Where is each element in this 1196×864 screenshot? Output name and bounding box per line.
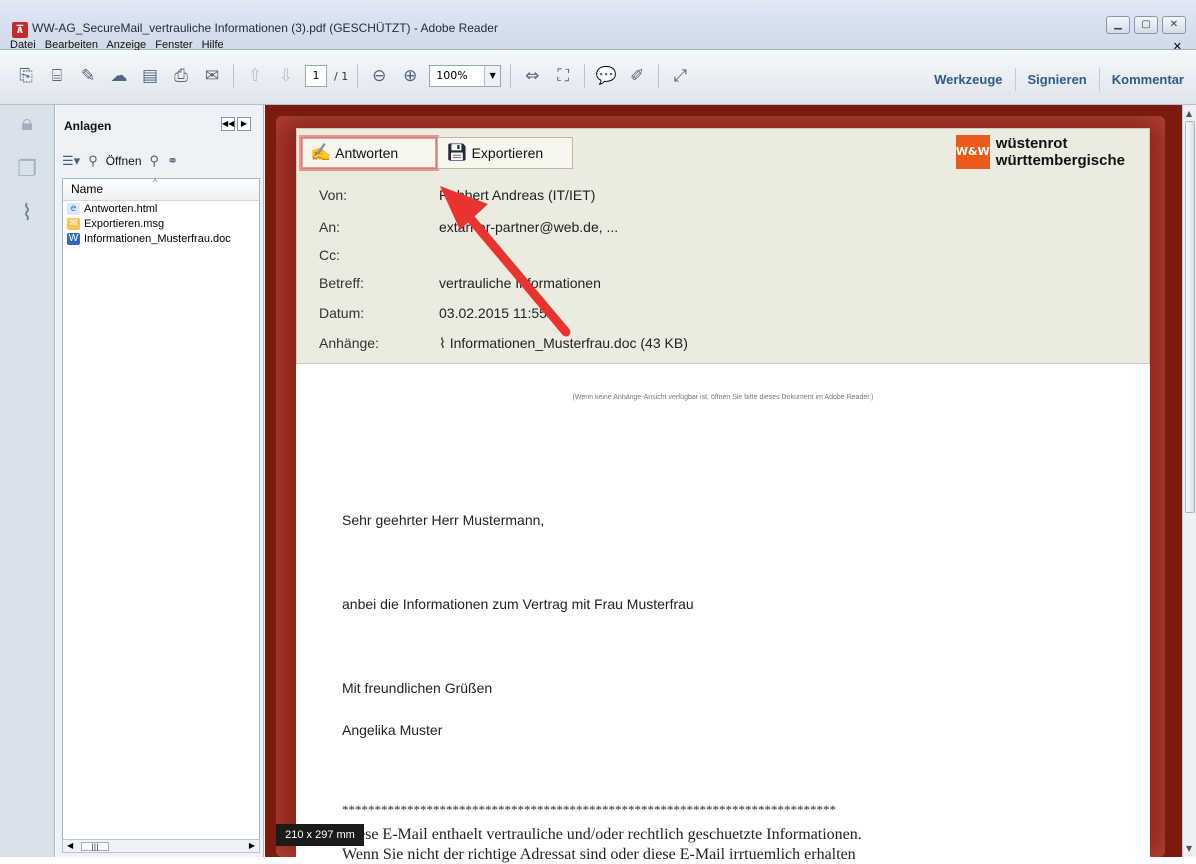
panel-toolbar: ☰▾ ⚲ Öffnen ⚲ ⚭ — [62, 153, 178, 169]
pages-icon[interactable]: ❐ — [12, 157, 42, 193]
page-number-input[interactable]: 1 — [305, 65, 327, 87]
search-attachment-icon[interactable]: ⚭ — [167, 153, 178, 169]
reply-button[interactable]: ✍ Antworten — [299, 135, 439, 171]
prev-page-icon[interactable]: ⇧ — [243, 64, 267, 88]
title-bar: ⊼ WW-AG_SecureMail_vertrauliche Informat… — [0, 0, 1196, 53]
scroll-thumb[interactable] — [1185, 121, 1195, 513]
viewer-note: (Wenn keine Anhänge-Ansicht verfügbar is… — [572, 394, 874, 401]
page-size-tooltip: 210 x 297 mm — [276, 824, 364, 846]
list-item[interactable]: W Informationen_Musterfrau.doc — [63, 231, 259, 246]
cloud-upload-icon[interactable]: ☁ — [107, 64, 131, 88]
page-total: / 1 — [334, 69, 349, 83]
window-title: WW-AG_SecureMail_vertrauliche Informatio… — [32, 21, 498, 35]
floppy-disk-icon: 💾︎ — [446, 143, 468, 162]
next-page-icon[interactable]: ⇩ — [274, 64, 298, 88]
scroll-right-icon[interactable]: ▶ — [249, 841, 255, 850]
list-item[interactable]: ✉ Exportieren.msg — [63, 216, 259, 231]
fit-page-icon[interactable]: ⛶ — [551, 64, 575, 88]
attachment-icon[interactable]: ⌇ — [12, 201, 42, 237]
maximize-button[interactable]: ▢ — [1134, 16, 1158, 34]
greeting: Sehr geehrter Herr Mustermann, — [342, 512, 545, 528]
toolbar: ⎘ ⌸ ✎ ☁ ▤ ⎙ ✉ ⇧ ⇩ 1 / 1 ⊖ ⊕ 100% ▼ ⇔ ⛶ 💬 … — [0, 50, 1196, 105]
open-attachment-icon[interactable]: ⚲ — [88, 153, 98, 169]
toolbar-panes: Werkzeuge Signieren Kommentar — [922, 68, 1196, 91]
minimize-button[interactable]: ▁ — [1106, 16, 1130, 34]
fit-width-icon[interactable]: ⇔ — [520, 64, 544, 88]
zoom-value: 100% — [436, 69, 468, 82]
mail-file-icon: ✉ — [67, 217, 80, 230]
attachments-list: Name ^ e Antworten.html ✉ Exportieren.msg W… — [62, 177, 260, 843]
signature: Angelika Muster — [342, 722, 443, 738]
close-button[interactable]: ✕ — [1162, 16, 1186, 34]
chevron-down-icon: ▼ — [484, 66, 501, 86]
scroll-up-icon[interactable]: ▲ — [1186, 109, 1192, 118]
vertical-scrollbar[interactable]: ▲ ▼ — [1182, 105, 1196, 857]
scroll-thumb[interactable]: ||| — [81, 842, 109, 851]
export-button[interactable]: 💾︎ Exportieren — [437, 137, 573, 169]
pdf-page: ✍ Antworten 💾︎ Exportieren W&W wüstenrot wü… — [296, 128, 1150, 863]
field-label-date: Datum: — [319, 305, 365, 321]
email-header: ✍ Antworten 💾︎ Exportieren W&W wüstenrot wü… — [296, 128, 1150, 364]
disclaimer-line-2: Wenn Sie nicht der richtige Adressat sin… — [342, 846, 856, 863]
panel-options-icon[interactable]: ▶ — [237, 117, 251, 131]
attachments-panel: Anlagen ◀◀ ▶ ☰▾ ⚲ Öffnen ⚲ ⚭ Name ^ e Antw… — [56, 105, 264, 857]
tab-werkzeuge[interactable]: Werkzeuge — [922, 68, 1014, 91]
pdf-app-icon: ⊼ — [12, 22, 28, 38]
closing: Mit freundlichen Grüßen — [342, 680, 493, 696]
zoom-out-icon[interactable]: ⊖ — [367, 64, 391, 88]
field-label-to: An: — [319, 219, 341, 235]
navigation-strip: 🔒︎ ❐ ⌇ — [0, 105, 55, 857]
brand-logo: W&W wüstenrot württembergische — [955, 135, 1125, 169]
scroll-left-icon[interactable]: ◀ — [67, 841, 73, 850]
sort-caret-icon: ^ — [153, 177, 158, 187]
annotation-arrow-icon — [440, 186, 571, 337]
tab-kommentar[interactable]: Kommentar — [1098, 68, 1196, 91]
reply-icon: ✍ — [310, 143, 332, 162]
comment-icon[interactable]: 💬 — [594, 64, 618, 88]
window-controls: ▁ ▢ ✕ — [1106, 16, 1186, 34]
scroll-down-icon[interactable]: ▼ — [1186, 844, 1192, 853]
horizontal-scrollbar[interactable]: ◀ ||| ▶ — [62, 839, 260, 853]
collapse-panel-icon[interactable]: ◀◀ — [221, 117, 235, 131]
panel-title: Anlagen — [64, 119, 112, 133]
disclaimer-line-1: Diese E-Mail enthaelt vertrauliche und/o… — [342, 826, 862, 843]
field-label-cc: Cc: — [319, 247, 340, 263]
panel-controls: ◀◀ ▶ — [221, 117, 251, 131]
ww-logo-icon: W&W — [955, 135, 990, 169]
edit-icon[interactable]: ✎ — [76, 64, 100, 88]
zoom-in-icon[interactable]: ⊕ — [398, 64, 422, 88]
lock-icon[interactable]: 🔒︎ — [12, 111, 42, 147]
create-pdf-icon[interactable]: ⎘ — [14, 64, 38, 88]
fullscreen-icon[interactable]: ⤢ — [668, 64, 692, 88]
separator-stars: ****************************************… — [342, 802, 836, 817]
word-file-icon: W — [67, 232, 80, 245]
tab-signieren[interactable]: Signieren — [1014, 68, 1099, 91]
save-attachment-icon[interactable]: ⚲ — [150, 153, 160, 169]
open-attachment-button[interactable]: Öffnen — [106, 154, 142, 168]
options-menu-icon[interactable]: ☰▾ — [62, 153, 80, 169]
field-label-subject: Betreff: — [319, 275, 364, 291]
save-icon[interactable]: ▤ — [138, 64, 162, 88]
zoom-select[interactable]: 100% ▼ — [429, 65, 502, 87]
body-text: anbei die Informationen zum Vertrag mit … — [342, 596, 694, 612]
column-header-name[interactable]: Name ^ — [63, 177, 259, 201]
field-label-attachments: Anhänge: — [319, 335, 379, 351]
print-icon[interactable]: ⎙ — [169, 64, 193, 88]
list-item[interactable]: e Antworten.html — [63, 201, 259, 216]
email-icon[interactable]: ✉ — [200, 64, 224, 88]
open-file-icon[interactable]: ⌸ — [45, 64, 69, 88]
field-label-from: Von: — [319, 187, 348, 203]
highlight-icon[interactable]: ✐ — [625, 64, 649, 88]
html-file-icon: e — [67, 202, 80, 215]
